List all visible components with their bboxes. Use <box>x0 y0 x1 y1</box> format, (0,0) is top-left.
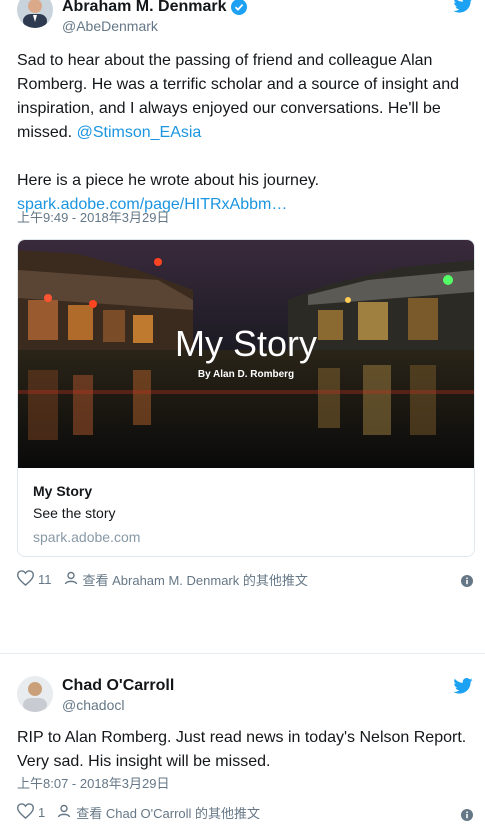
heart-icon[interactable] <box>16 570 35 589</box>
tweet-body-2: Here is a piece he wrote about his journ… <box>17 172 320 189</box>
like-count: 1 <box>38 805 46 820</box>
card-image-title: My Story <box>175 323 317 364</box>
like-count: 11 <box>38 572 52 587</box>
tweet-text: Sad to hear about the passing of friend … <box>17 49 472 217</box>
timestamp[interactable]: 上午9:49 - 2018年3月29日 <box>17 210 169 226</box>
heart-icon[interactable] <box>16 803 35 822</box>
author-row: Chad O'Carroll <box>62 676 174 696</box>
twitter-bird-icon[interactable] <box>453 0 473 13</box>
avatar[interactable] <box>17 676 53 712</box>
twitter-bird-icon[interactable] <box>453 678 473 694</box>
author-name[interactable]: Chad O'Carroll <box>62 676 174 696</box>
link-card[interactable]: My Story By Alan D. Romberg My Story See… <box>17 239 475 557</box>
view-profile-link[interactable]: 查看 Abraham M. Denmark 的其他推文 <box>83 570 308 589</box>
verified-badge-icon <box>230 0 247 15</box>
tweet: Chad O'Carroll @chadocl RIP to Alan Romb… <box>0 668 485 822</box>
author-handle[interactable]: @chadocl <box>62 696 124 714</box>
avatar[interactable] <box>17 0 53 28</box>
tweet-text: RIP to Alan Romberg. Just read news in t… <box>17 729 467 770</box>
timestamp[interactable]: 上午8:07 - 2018年3月29日 <box>17 776 169 792</box>
tweet: Abraham M. Denmark @AbeDenmark Sad to he… <box>0 0 485 600</box>
person-icon <box>57 804 71 821</box>
divider <box>0 653 485 654</box>
info-icon[interactable] <box>461 808 473 821</box>
info-icon[interactable] <box>461 574 473 587</box>
tweet-actions: 11 查看 Abraham M. Denmark 的其他推文 <box>16 570 308 589</box>
person-icon <box>64 571 78 588</box>
author-name[interactable]: Abraham M. Denmark <box>62 0 227 17</box>
author-row: Abraham M. Denmark <box>62 0 247 17</box>
author-handle[interactable]: @AbeDenmark <box>62 17 158 35</box>
card-image-subtitle: By Alan D. Romberg <box>198 369 294 380</box>
card-title: My Story <box>33 483 93 499</box>
card-domain: spark.adobe.com <box>33 529 141 545</box>
view-profile-link[interactable]: 查看 Chad O'Carroll 的其他推文 <box>76 803 260 822</box>
mention-link[interactable]: @Stimson_EAsia <box>77 124 202 141</box>
tweet-actions: 1 查看 Chad O'Carroll 的其他推文 <box>16 803 260 822</box>
card-description: See the story <box>33 505 116 521</box>
card-image: My Story By Alan D. Romberg <box>18 240 474 468</box>
